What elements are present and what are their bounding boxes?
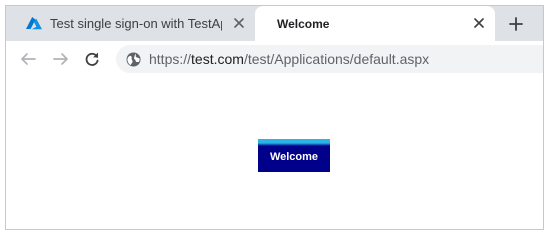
address-bar[interactable]: https://test.com/test/Applications/defau…	[116, 45, 543, 73]
reload-icon[interactable]	[83, 50, 101, 68]
page-content: Welcome	[6, 77, 543, 229]
browser-toolbar: https://test.com/test/Applications/defau…	[6, 41, 543, 77]
url-text: https://test.com/test/Applications/defau…	[149, 51, 429, 67]
tab-strip: Test single sign-on with TestApp Welcome	[6, 6, 543, 41]
tab-title: Test single sign-on with TestApp	[50, 16, 222, 31]
tab-test-single-sign-on[interactable]: Test single sign-on with TestApp	[6, 6, 255, 41]
tab-welcome[interactable]: Welcome	[255, 6, 495, 41]
tab-title: Welcome	[277, 16, 330, 31]
browser-window: Test single sign-on with TestApp Welcome	[5, 5, 544, 230]
globe-icon	[125, 51, 141, 67]
forward-arrow-icon[interactable]	[52, 50, 70, 68]
welcome-button[interactable]: Welcome	[258, 139, 330, 172]
close-tab-icon[interactable]	[471, 15, 487, 31]
azure-icon	[26, 16, 42, 32]
close-tab-icon[interactable]	[231, 15, 247, 31]
url-host: test.com	[191, 51, 244, 67]
url-scheme: https://	[149, 51, 192, 67]
back-arrow-icon[interactable]	[19, 50, 37, 68]
plus-icon[interactable]	[506, 14, 526, 34]
url-path: /test/Applications/default.aspx	[243, 51, 430, 67]
